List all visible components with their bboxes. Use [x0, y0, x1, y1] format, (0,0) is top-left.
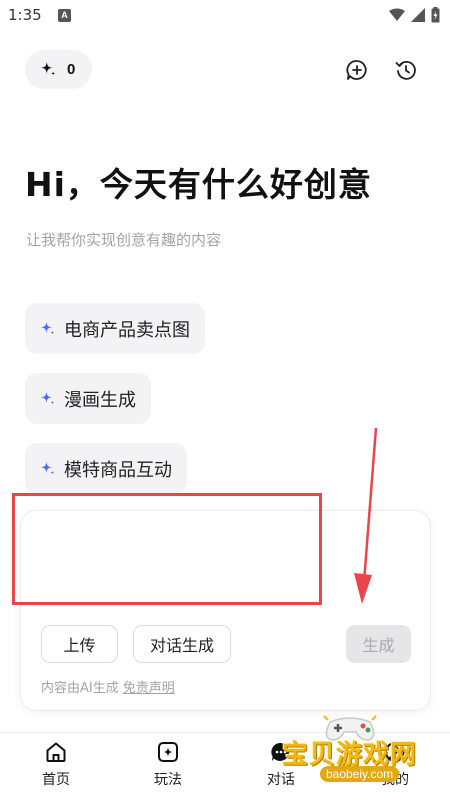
annotation-highlight-box [12, 493, 322, 605]
disclaimer-link[interactable]: 免责声明 [123, 681, 175, 696]
status-bar: 1:35 A [0, 0, 450, 32]
new-chat-icon [346, 60, 367, 80]
suggestion-label: 漫画生成 [64, 389, 136, 411]
play-icon [158, 742, 178, 762]
nav-label: 玩法 [154, 772, 182, 788]
watermark-url: baobeiy.com [320, 766, 400, 782]
nav-item-play[interactable]: 玩法 [138, 741, 198, 789]
suggestion-label: 模特商品互动 [64, 459, 172, 481]
sparkle-icon [40, 321, 55, 335]
greeting-subtitle: 让我帮你实现创意有趣的内容 [26, 231, 222, 249]
suggestion-label: 电商产品卖点图 [64, 319, 190, 341]
watermark-logo: 宝贝游戏网 baobeiy.com [276, 712, 446, 798]
suggestion-ecommerce[interactable]: 电商产品卖点图 [25, 303, 205, 354]
notification-badge: A [58, 9, 71, 22]
greeting-title: Hi，今天有什么好创意 [25, 165, 372, 204]
home-icon [46, 742, 66, 762]
sparkle-icon [40, 391, 55, 405]
nav-label: 首页 [42, 772, 70, 788]
credits-value: 0 [67, 61, 76, 78]
suggestion-model-product[interactable]: 模特商品互动 [25, 443, 187, 494]
signal-icon [411, 8, 425, 22]
suggestion-comic[interactable]: 漫画生成 [25, 373, 151, 424]
wifi-icon [389, 8, 405, 21]
sparkle-icon [40, 461, 55, 475]
generate-button[interactable]: 生成 [346, 625, 411, 663]
battery-icon [431, 7, 440, 23]
sparkle-icon [40, 61, 56, 76]
disclaimer: 内容由AI生成 免责声明 [41, 677, 175, 696]
status-time: 1:35 [8, 6, 42, 24]
history-icon [395, 61, 416, 80]
new-chat-button[interactable] [344, 57, 370, 83]
dialog-generate-button[interactable]: 对话生成 [133, 625, 231, 663]
disclaimer-text: 内容由AI生成 [41, 681, 119, 696]
nav-item-home[interactable]: 首页 [26, 741, 86, 789]
credits-chip[interactable]: 0 [25, 50, 92, 89]
upload-button[interactable]: 上传 [41, 625, 118, 663]
status-icons [389, 7, 440, 23]
history-button[interactable] [393, 57, 419, 83]
